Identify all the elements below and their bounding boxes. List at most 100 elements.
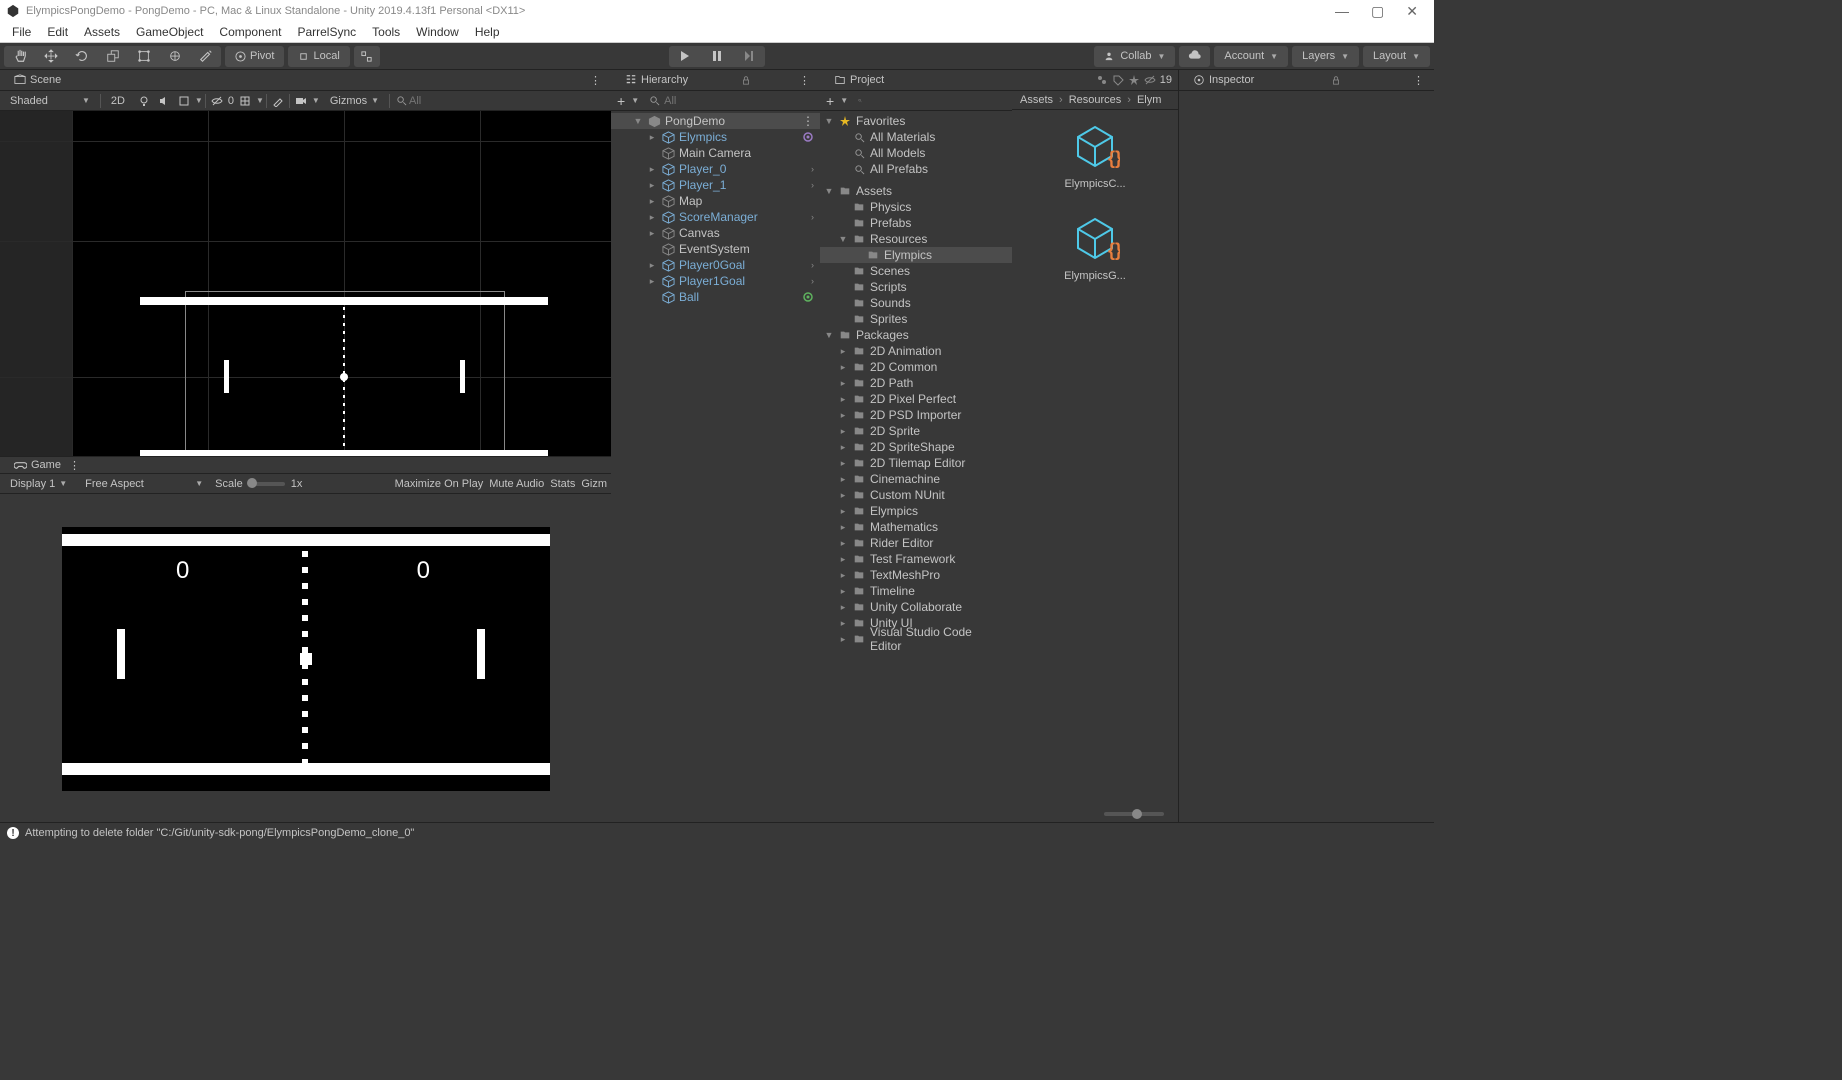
gizmos-dropdown[interactable]: Gizmos▼ bbox=[322, 94, 387, 108]
project-tree-item[interactable]: Sounds bbox=[820, 295, 1012, 311]
lock-icon[interactable] bbox=[1331, 75, 1341, 85]
filter-by-label-icon[interactable] bbox=[1112, 74, 1124, 86]
hierarchy-item[interactable]: ▸Player1Goal› bbox=[611, 273, 820, 289]
project-tree-item[interactable]: ▸2D Sprite bbox=[820, 423, 1012, 439]
project-tree-item[interactable]: All Materials bbox=[820, 129, 1012, 145]
snap-toggle[interactable] bbox=[354, 46, 380, 67]
hierarchy-item[interactable]: ▸Map bbox=[611, 193, 820, 209]
project-tree-item[interactable]: ▸2D Common bbox=[820, 359, 1012, 375]
hand-tool[interactable] bbox=[4, 46, 35, 67]
project-tree-item[interactable]: ▼Favorites bbox=[820, 113, 1012, 129]
menu-component[interactable]: Component bbox=[211, 25, 289, 39]
thumbnail-size-slider[interactable] bbox=[1104, 812, 1164, 816]
hierarchy-tab[interactable]: Hierarchy bbox=[617, 71, 696, 89]
panel-menu-icon[interactable]: ⋮ bbox=[586, 74, 605, 87]
project-tree-item[interactable]: Scripts bbox=[820, 279, 1012, 295]
project-tree-item[interactable]: ▼Assets bbox=[820, 183, 1012, 199]
scale-slider[interactable] bbox=[249, 482, 285, 486]
project-tree-item[interactable]: ▸Custom NUnit bbox=[820, 487, 1012, 503]
2d-toggle[interactable]: 2D bbox=[103, 94, 133, 108]
project-tree-item[interactable]: ▸Cinemachine bbox=[820, 471, 1012, 487]
breadcrumb-elympics[interactable]: Elym bbox=[1137, 94, 1161, 106]
project-tab[interactable]: Project bbox=[826, 71, 892, 89]
menu-edit[interactable]: Edit bbox=[39, 25, 76, 39]
status-bar[interactable]: ! Attempting to delete folder "C:/Git/un… bbox=[0, 822, 1434, 842]
project-asset-item[interactable]: {}ElympicsC... bbox=[1063, 118, 1127, 190]
game-tab[interactable]: Game bbox=[6, 456, 69, 475]
project-tree-item[interactable]: ▸2D Tilemap Editor bbox=[820, 455, 1012, 471]
project-tree-item[interactable]: Prefabs bbox=[820, 215, 1012, 231]
panel-menu-icon[interactable]: ⋮ bbox=[795, 74, 814, 87]
tools-icon[interactable] bbox=[269, 92, 287, 110]
layers-dropdown[interactable]: Layers▼ bbox=[1292, 46, 1359, 67]
breadcrumb-assets[interactable]: Assets bbox=[1020, 94, 1053, 106]
project-tree-item[interactable]: ▸Mathematics bbox=[820, 519, 1012, 535]
project-tree-item[interactable]: ▸Unity Collaborate bbox=[820, 599, 1012, 615]
hierarchy-item[interactable]: EventSystem bbox=[611, 241, 820, 257]
lock-icon[interactable] bbox=[741, 75, 751, 85]
fx-toggle[interactable] bbox=[175, 92, 193, 110]
hierarchy-item[interactable]: Main Camera bbox=[611, 145, 820, 161]
project-tree-item[interactable]: ▸2D SpriteShape bbox=[820, 439, 1012, 455]
breadcrumb-resources[interactable]: Resources bbox=[1069, 94, 1122, 106]
camera-icon[interactable] bbox=[292, 92, 310, 110]
menu-gameobject[interactable]: GameObject bbox=[128, 25, 211, 39]
maximize-button[interactable]: ▢ bbox=[1371, 3, 1384, 20]
stats-toggle[interactable]: Stats bbox=[550, 478, 575, 490]
scene-search-input[interactable] bbox=[409, 95, 509, 107]
project-tree-item[interactable]: ▸TextMeshPro bbox=[820, 567, 1012, 583]
hierarchy-item[interactable]: ▸ScoreManager› bbox=[611, 209, 820, 225]
chevron-right-icon[interactable]: › bbox=[811, 276, 814, 286]
grid-toggle[interactable] bbox=[236, 92, 254, 110]
close-button[interactable]: ✕ bbox=[1406, 3, 1418, 20]
hidden-toggle-icon[interactable] bbox=[1144, 74, 1156, 86]
menu-tools[interactable]: Tools bbox=[364, 25, 408, 39]
lighting-toggle[interactable] bbox=[135, 92, 153, 110]
hierarchy-scene-header[interactable]: ▼PongDemo⋮ bbox=[611, 113, 820, 129]
cloud-button[interactable] bbox=[1179, 46, 1210, 67]
local-toggle[interactable]: Local bbox=[288, 46, 349, 67]
project-tree-item[interactable]: All Models bbox=[820, 145, 1012, 161]
chevron-right-icon[interactable]: › bbox=[811, 212, 814, 222]
mute-audio-toggle[interactable]: Mute Audio bbox=[489, 478, 544, 490]
shading-dropdown[interactable]: Shaded▼ bbox=[2, 94, 98, 108]
minimize-button[interactable]: — bbox=[1335, 3, 1349, 20]
custom-tool[interactable] bbox=[190, 46, 221, 67]
project-tree-item[interactable]: ▸2D Path bbox=[820, 375, 1012, 391]
transform-tool[interactable] bbox=[159, 46, 190, 67]
create-dropdown[interactable]: + bbox=[615, 93, 627, 109]
project-tree-item[interactable]: Scenes bbox=[820, 263, 1012, 279]
hierarchy-item[interactable]: ▸Elympics bbox=[611, 129, 820, 145]
panel-menu-icon[interactable]: ⋮ bbox=[69, 459, 80, 472]
project-tree-item[interactable]: All Prefabs bbox=[820, 161, 1012, 177]
panel-menu-icon[interactable]: ⋮ bbox=[1409, 74, 1428, 87]
audio-toggle[interactable] bbox=[155, 92, 173, 110]
project-tree-item[interactable]: ▸2D Pixel Perfect bbox=[820, 391, 1012, 407]
hierarchy-item[interactable]: ▸Canvas bbox=[611, 225, 820, 241]
project-search-input[interactable] bbox=[866, 95, 1008, 107]
project-tree-item[interactable]: Elympics bbox=[820, 247, 1012, 263]
scene-tab[interactable]: Scene bbox=[6, 71, 69, 89]
filter-by-type-icon[interactable] bbox=[1096, 74, 1108, 86]
chevron-right-icon[interactable]: › bbox=[811, 180, 814, 190]
create-dropdown[interactable]: + bbox=[824, 93, 836, 109]
step-button[interactable] bbox=[733, 46, 765, 67]
hierarchy-item[interactable]: ▸Player0Goal› bbox=[611, 257, 820, 273]
project-tree-item[interactable]: ▸Visual Studio Code Editor bbox=[820, 631, 1012, 647]
project-tree-item[interactable]: ▸2D Animation bbox=[820, 343, 1012, 359]
rotate-tool[interactable] bbox=[66, 46, 97, 67]
project-tree-item[interactable]: ▸Timeline bbox=[820, 583, 1012, 599]
hierarchy-item[interactable]: ▸Player_0› bbox=[611, 161, 820, 177]
rect-tool[interactable] bbox=[128, 46, 159, 67]
pivot-toggle[interactable]: Pivot bbox=[225, 46, 284, 67]
project-tree-item[interactable]: ▸Elympics bbox=[820, 503, 1012, 519]
project-tree-item[interactable]: ▸Rider Editor bbox=[820, 535, 1012, 551]
scene-menu-icon[interactable]: ⋮ bbox=[802, 114, 814, 128]
scene-view[interactable] bbox=[0, 111, 611, 456]
menu-parrelsync[interactable]: ParrelSync bbox=[289, 25, 364, 39]
chevron-right-icon[interactable]: › bbox=[811, 164, 814, 174]
maximize-on-play-toggle[interactable]: Maximize On Play bbox=[395, 478, 484, 490]
display-dropdown[interactable]: Display 1▼ bbox=[4, 477, 73, 491]
menu-file[interactable]: File bbox=[4, 25, 39, 39]
hierarchy-search-input[interactable] bbox=[664, 95, 816, 107]
